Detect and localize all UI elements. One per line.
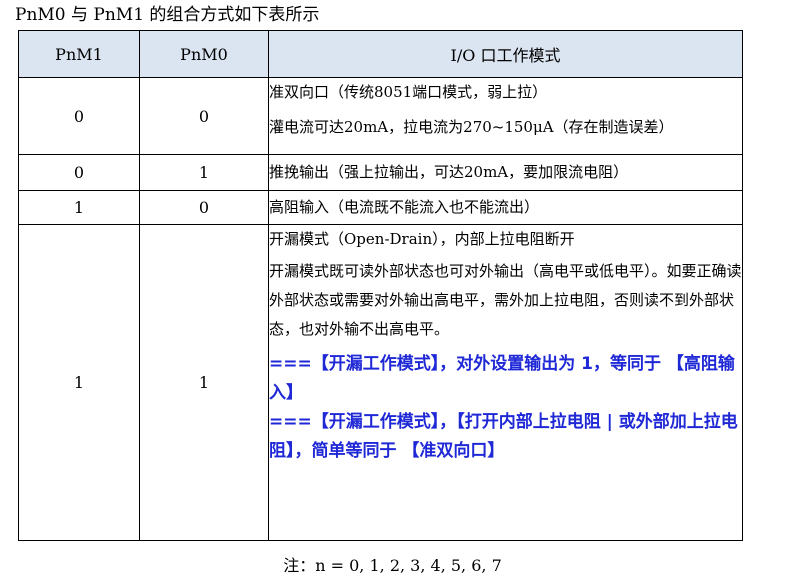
cell-pnm1: 1 — [18, 190, 140, 225]
header-pnm1: PnM1 — [18, 30, 140, 78]
header-pnm0: PnM0 — [139, 30, 269, 78]
description-line: 准双向口（传统8051端口模式，弱上拉） — [269, 83, 548, 101]
description-line: 推挽输出（强上拉输出，可达20mA，要加限流电阻） — [269, 163, 629, 181]
cell-pnm0: 0 — [139, 190, 269, 225]
header-io-mode: I/O 口工作模式 — [268, 30, 743, 78]
description-line: 灌电流可达20mA，拉电流为270~150μA（存在制造误差） — [269, 118, 674, 136]
cell-pnm0: 1 — [139, 224, 269, 541]
annotation-open-drain-pullup: ===【开漏工作模式】，【打开内部上拉电阻 | 或外部加上拉电阻】，简单等同于 … — [269, 412, 738, 461]
description-paragraph: 开漏模式既可读外部状态也可对外输出（高电平或低电平）。如要正确读外部状态或需要对… — [269, 262, 742, 338]
cell-pnm0: 0 — [139, 77, 269, 155]
description-line: 高阻输入（电流既不能流入也不能流出） — [269, 198, 540, 216]
table-header-row: PnM1 PnM0 I/O 口工作模式 — [18, 30, 743, 78]
cell-mode-description: 准双向口（传统8051端口模式，弱上拉） 灌电流可达20mA，拉电流为270~1… — [268, 77, 743, 155]
cell-pnm1: 0 — [18, 154, 140, 191]
table-row: 1 1 开漏模式（Open-Drain），内部上拉电阻断开 开漏模式既可读外部状… — [18, 224, 743, 541]
cell-pnm1: 0 — [18, 77, 140, 155]
table-row: 0 0 准双向口（传统8051端口模式，弱上拉） 灌电流可达20mA，拉电流为2… — [18, 77, 743, 155]
description-line: 开漏模式（Open-Drain），内部上拉电阻断开 — [269, 230, 575, 248]
footnote: 注：n = 0, 1, 2, 3, 4, 5, 6, 7 — [283, 556, 502, 575]
table-row: 0 1 推挽输出（强上拉输出，可达20mA，要加限流电阻） — [18, 154, 743, 191]
table-caption: PnM0 与 PnM1 的组合方式如下表所示 — [15, 5, 320, 25]
annotation-open-drain-high: ===【开漏工作模式】，对外设置输出为 1，等同于 【高阻输入】 — [269, 354, 735, 403]
io-mode-table: PnM1 PnM0 I/O 口工作模式 0 0 准双向口（传统8051端口模式，… — [18, 30, 743, 541]
cell-mode-description: 推挽输出（强上拉输出，可达20mA，要加限流电阻） — [268, 154, 743, 191]
table-row: 1 0 高阻输入（电流既不能流入也不能流出） — [18, 190, 743, 225]
cell-pnm1: 1 — [18, 224, 140, 541]
cell-mode-description: 高阻输入（电流既不能流入也不能流出） — [268, 190, 743, 225]
cell-pnm0: 1 — [139, 154, 269, 191]
cell-mode-description: 开漏模式（Open-Drain），内部上拉电阻断开 开漏模式既可读外部状态也可对… — [268, 224, 743, 541]
